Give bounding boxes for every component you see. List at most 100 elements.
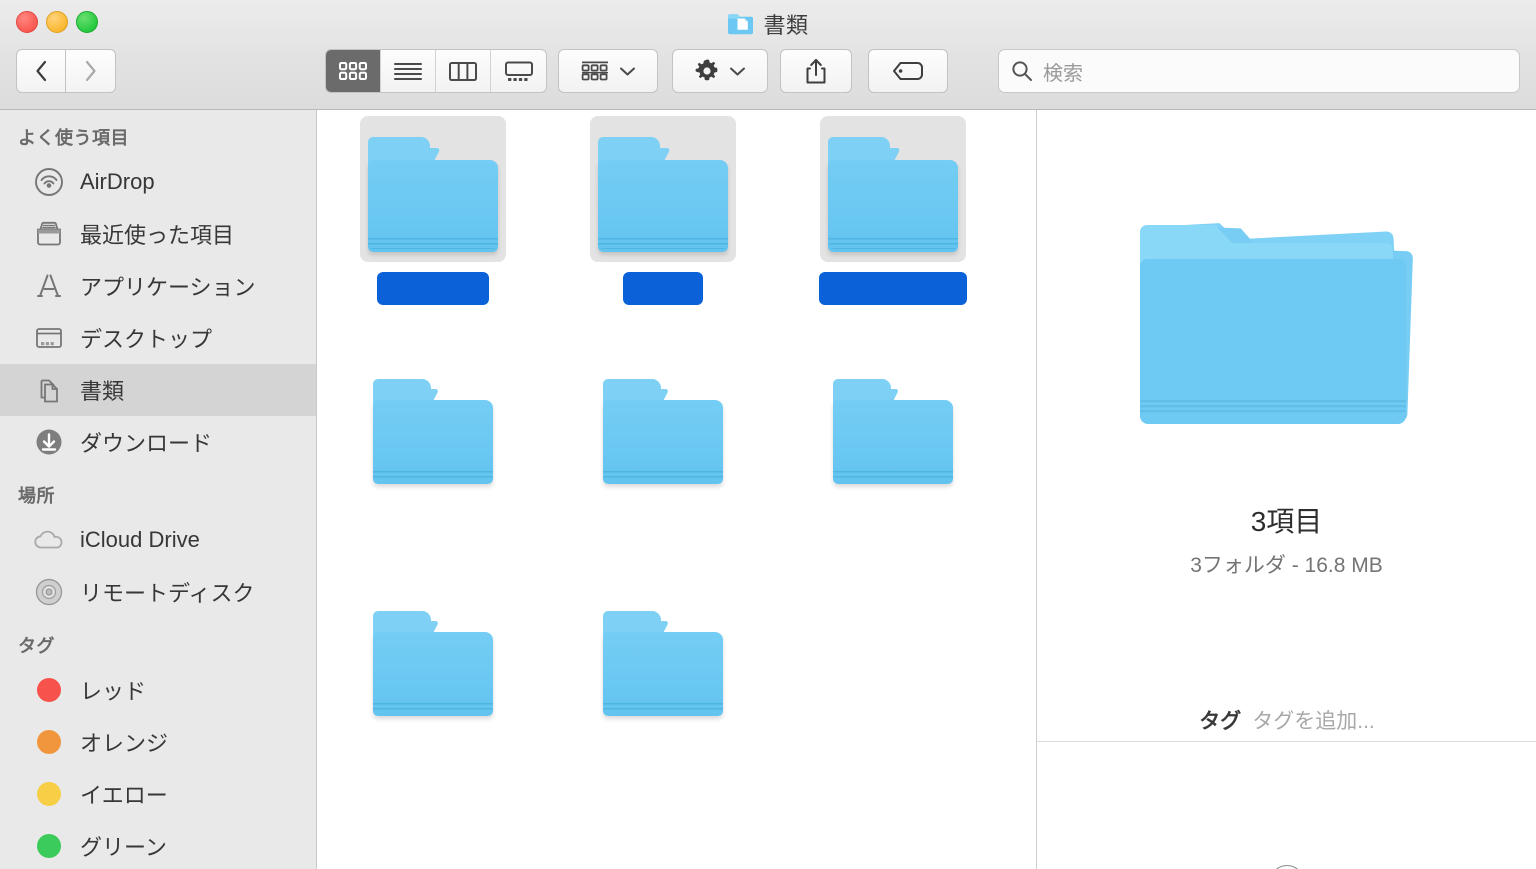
gallery-view-button[interactable] <box>491 50 546 92</box>
grid-item-empty <box>778 574 1008 806</box>
icon-view-button[interactable] <box>326 50 381 92</box>
tag-dot-orange-icon <box>32 725 66 759</box>
grid-item[interactable] <box>548 110 778 342</box>
chevron-down-icon <box>619 66 636 77</box>
file-name-redacted <box>377 272 489 305</box>
search-icon <box>1011 60 1033 82</box>
remote-disc-icon <box>32 575 66 609</box>
list-icon <box>393 61 423 81</box>
sidebar-item-tag-yellow[interactable]: イエロー <box>0 768 316 820</box>
preview-more-section[interactable]: その他... <box>1037 865 1536 869</box>
file-icon-container <box>360 116 506 262</box>
file-icon-container <box>590 116 736 262</box>
titlebar: 書類 <box>0 0 1536 110</box>
sidebar-item-applications[interactable]: アプリケーション <box>0 260 316 312</box>
preview-tags-label: タグ <box>1199 705 1241 735</box>
tag-button[interactable] <box>868 49 948 93</box>
grid-item[interactable] <box>318 110 548 342</box>
grid-item[interactable] <box>318 342 548 574</box>
folder-icon <box>373 379 493 484</box>
tag-group <box>868 49 948 93</box>
sidebar-item-label: レッド <box>80 674 146 706</box>
tag-dot-yellow-icon <box>32 777 66 811</box>
sidebar-item-label: 最近使った項目 <box>80 218 234 250</box>
file-icon-container <box>820 116 966 262</box>
action-group <box>672 49 768 93</box>
file-name-redacted <box>623 272 703 305</box>
tag-dot-green-icon <box>32 829 66 863</box>
documents-folder-icon <box>727 13 754 35</box>
gear-icon <box>694 58 720 84</box>
chevron-left-icon <box>35 60 48 82</box>
tag-dot-red-icon <box>32 673 66 707</box>
window-title-text: 書類 <box>763 8 808 40</box>
action-menu-button[interactable] <box>672 49 768 93</box>
sidebar-item-desktop[interactable]: デスクトップ <box>0 312 316 364</box>
documents-icon <box>32 373 66 407</box>
folder-icon <box>603 379 723 484</box>
chevron-down-icon <box>729 66 746 77</box>
sidebar-item-label: iCloud Drive <box>80 527 200 553</box>
file-icon-container <box>590 348 736 494</box>
share-group <box>780 49 852 93</box>
folder-icon <box>598 137 728 252</box>
preview-item-count: 3項目 <box>1251 500 1323 540</box>
sidebar-item-tag-red[interactable]: レッド <box>0 664 316 716</box>
folder-stack-icon <box>1112 178 1462 478</box>
preview-panel: 3項目 3フォルダ - 16.8 MB タグ タグを追加... その他... <box>1036 110 1536 869</box>
folder-icon <box>373 611 493 716</box>
sidebar-item-label: AirDrop <box>80 169 155 195</box>
ellipsis-circle-icon[interactable] <box>1270 865 1304 869</box>
sidebar-section-locations-header: 場所 <box>0 468 316 514</box>
grid-item[interactable] <box>778 110 1008 342</box>
sidebar-item-label: ダウンロード <box>80 426 212 458</box>
sidebar-item-label: グリーン <box>80 830 167 862</box>
sidebar-item-tag-green[interactable]: グリーン <box>0 820 316 869</box>
grid-icon <box>338 61 368 81</box>
forward-button[interactable] <box>66 49 116 93</box>
list-view-button[interactable] <box>381 50 436 92</box>
applications-icon <box>32 269 66 303</box>
arrange-button[interactable] <box>558 49 658 93</box>
sidebar-item-label: 書類 <box>80 374 124 406</box>
back-button[interactable] <box>16 49 66 93</box>
sidebar[interactable]: よく使う項目 AirDrop <box>0 110 317 869</box>
file-grid-area[interactable] <box>318 110 1035 869</box>
sidebar-item-label: デスクトップ <box>80 322 212 354</box>
sidebar-item-tag-orange[interactable]: オレンジ <box>0 716 316 768</box>
sidebar-item-documents[interactable]: 書類 <box>0 364 316 416</box>
column-view-button[interactable] <box>436 50 491 92</box>
file-icon-container <box>590 580 736 726</box>
sidebar-section-favorites-header: よく使う項目 <box>0 110 316 156</box>
tag-icon <box>892 61 924 81</box>
preview-tags-input[interactable]: タグを追加... <box>1252 705 1375 735</box>
file-icon-container <box>820 348 966 494</box>
search-field[interactable]: 検索 <box>998 49 1520 93</box>
grid-item[interactable] <box>318 574 548 806</box>
arrange-group <box>558 49 658 93</box>
search-placeholder: 検索 <box>1043 57 1083 86</box>
recents-icon <box>32 217 66 251</box>
view-mode-group <box>325 49 547 93</box>
sidebar-item-airdrop[interactable]: AirDrop <box>0 156 316 208</box>
finder-window: 書類 <box>0 0 1536 869</box>
sidebar-item-remote-disc[interactable]: リモートディスク <box>0 566 316 618</box>
grid-item[interactable] <box>548 342 778 574</box>
sidebar-item-label: リモートディスク <box>80 576 254 608</box>
airdrop-icon <box>32 165 66 199</box>
grid-item[interactable] <box>548 574 778 806</box>
share-button[interactable] <box>780 49 852 93</box>
grid-item[interactable] <box>778 342 1008 574</box>
page-title: 書類 <box>0 8 1536 40</box>
folder-icon <box>368 137 498 252</box>
icon-grid <box>318 110 1008 806</box>
sidebar-item-downloads[interactable]: ダウンロード <box>0 416 316 468</box>
gallery-icon <box>504 61 534 82</box>
sidebar-item-icloud-drive[interactable]: iCloud Drive <box>0 514 316 566</box>
preview-tags-row[interactable]: タグ タグを追加... <box>1037 705 1536 742</box>
file-name-redacted <box>819 272 967 305</box>
file-icon-container <box>360 580 506 726</box>
sidebar-item-recents[interactable]: 最近使った項目 <box>0 208 316 260</box>
view-mode-segments <box>325 49 547 93</box>
desktop-icon <box>32 321 66 355</box>
